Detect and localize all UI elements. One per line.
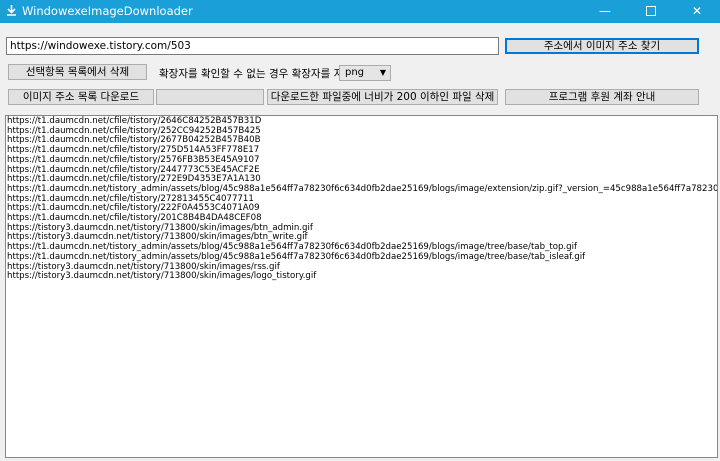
image-url-list[interactable]: https://t1.daumcdn.net/cfile/tistory/264… bbox=[5, 115, 718, 458]
close-button[interactable]: ✕ bbox=[674, 0, 720, 23]
extension-value: png bbox=[345, 67, 365, 78]
delete-small-files-button[interactable]: 다운로드한 파일중에 너비가 200 이하인 파일 삭제 bbox=[267, 89, 498, 105]
support-info-button[interactable]: 프로그램 후원 계좌 안내 bbox=[505, 89, 699, 105]
delete-selected-button[interactable]: 선택항목 목록에서 삭제 bbox=[8, 64, 147, 80]
download-list-button[interactable]: 이미지 주소 목록 다운로드 bbox=[8, 89, 154, 105]
close-icon: ✕ bbox=[691, 4, 703, 18]
extension-select[interactable]: png ▼ bbox=[339, 65, 391, 81]
download-arrow-icon bbox=[7, 5, 16, 16]
maximize-button[interactable] bbox=[628, 0, 674, 23]
chevron-down-icon: ▼ bbox=[379, 68, 386, 77]
extension-label: 확장자를 확인할 수 없는 경우 확장자를 지정 bbox=[159, 68, 353, 80]
minimize-button[interactable]: — bbox=[582, 0, 628, 23]
find-images-button[interactable]: 주소에서 이미지 주소 찾기 bbox=[505, 38, 699, 54]
window-title: WindowexeImageDownloader bbox=[22, 4, 193, 18]
title-bar[interactable]: WindowexeImageDownloader — ✕ bbox=[0, 0, 720, 23]
minimize-icon: — bbox=[599, 4, 611, 18]
blank-button[interactable] bbox=[156, 89, 264, 105]
maximize-icon bbox=[646, 5, 656, 16]
list-item[interactable]: https://tistory3.daumcdn.net/tistory/713… bbox=[6, 272, 717, 282]
url-input[interactable]: https://windowexe.tistory.com/503 bbox=[6, 37, 499, 55]
